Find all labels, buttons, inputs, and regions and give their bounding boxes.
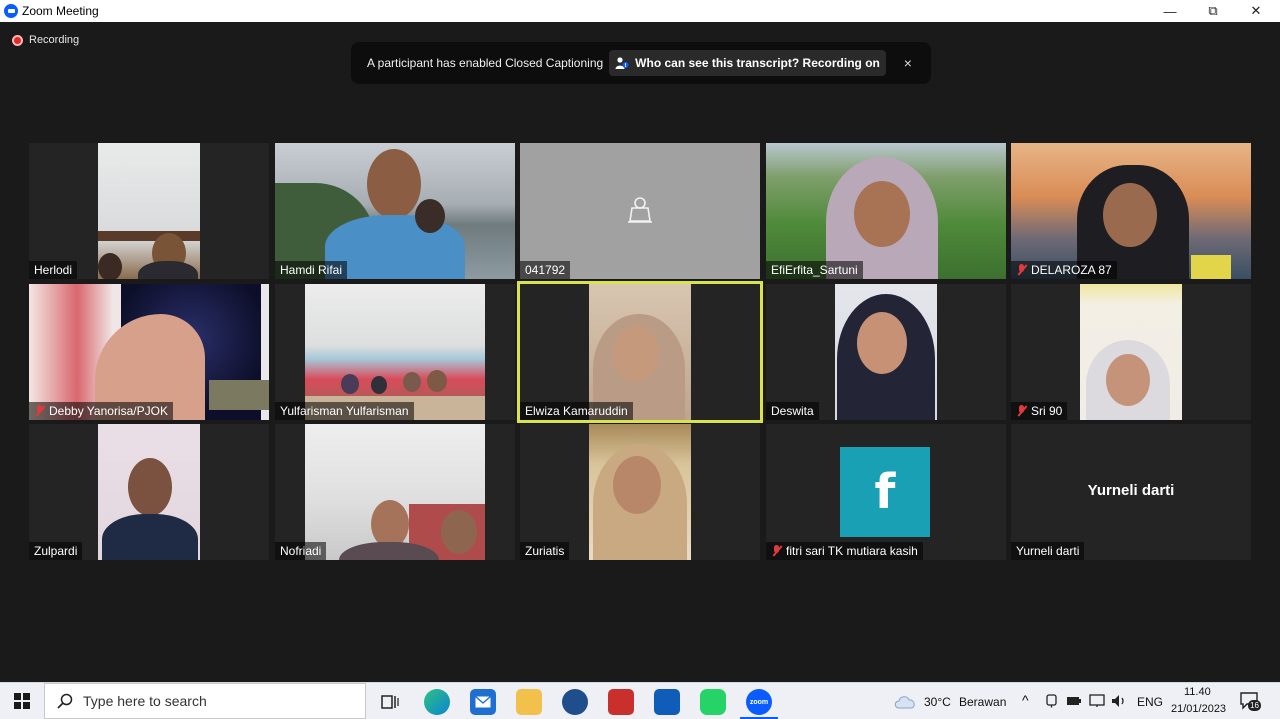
participant-tile[interactable]: Nofriadi — [275, 424, 515, 560]
task-view-icon[interactable] — [377, 689, 403, 715]
participant-tile[interactable]: EfiErfita_Sartuni — [766, 143, 1006, 279]
volume-icon[interactable] — [1111, 694, 1127, 708]
meeting-area: Recording A participant has enabled Clos… — [0, 22, 1280, 682]
mic-muted-icon — [1016, 264, 1028, 276]
notification-center-icon[interactable]: 16 — [1240, 692, 1261, 711]
video-feed — [1080, 284, 1182, 420]
close-button[interactable]: ✕ — [1235, 0, 1277, 22]
participant-tile[interactable]: Sri 90 — [1011, 284, 1251, 420]
people-icon — [615, 57, 629, 69]
participant-name: Yulfarisman Yulfarisman — [275, 402, 414, 420]
video-feed — [589, 424, 691, 560]
video-feed — [305, 284, 485, 420]
close-notification-icon[interactable]: × — [900, 55, 916, 71]
video-feed — [29, 284, 269, 420]
notification-count-badge: 16 — [1248, 700, 1261, 711]
participant-name: Sri 90 — [1011, 402, 1068, 420]
cloud-icon — [894, 696, 915, 709]
participant-name: Hamdi Rifai — [275, 261, 348, 279]
file-explorer-icon[interactable] — [516, 689, 542, 715]
participant-display-name: Yurneli darti — [1087, 482, 1175, 499]
transcript-visibility-label: Who can see this transcript? Recording o… — [635, 56, 880, 70]
recording-indicator[interactable]: Recording — [12, 34, 79, 46]
participant-name: Zulpardi — [29, 542, 83, 560]
participant-tile[interactable]: Zuriatis — [520, 424, 760, 560]
minimize-button[interactable]: — — [1149, 0, 1191, 22]
title-bar: Zoom Meeting — ⧉ ✕ — [0, 0, 1280, 22]
participant-tile[interactable]: Zulpardi — [29, 424, 269, 560]
windows-icon — [14, 693, 30, 709]
record-icon — [12, 34, 23, 46]
zoom-app-icon — [4, 4, 18, 18]
video-feed — [305, 424, 485, 560]
mic-muted-icon — [34, 405, 46, 417]
edge-browser-icon[interactable] — [424, 689, 450, 715]
video-feed — [98, 143, 200, 279]
meet-now-icon[interactable] — [1045, 694, 1059, 708]
participant-name: Elwiza Kamaruddin — [520, 402, 633, 420]
participant-name: EfiErfita_Sartuni — [766, 261, 863, 279]
video-feed — [275, 143, 515, 279]
search-icon — [57, 693, 73, 709]
whatsapp-icon[interactable] — [700, 689, 726, 715]
input-language[interactable]: ENG — [1137, 695, 1163, 709]
video-feed — [1011, 143, 1251, 279]
participant-name: Deswita — [766, 402, 819, 420]
video-feed — [98, 424, 200, 560]
participant-name: 041792 — [520, 261, 571, 279]
participant-name: Yurneli darti — [1011, 542, 1085, 560]
window-title: Zoom Meeting — [22, 4, 99, 18]
camera-off-avatar-icon — [628, 197, 652, 223]
weather-temperature[interactable]: 30°C — [924, 695, 951, 709]
recording-label: Recording — [29, 34, 80, 46]
participant-tile-active-speaker[interactable]: Elwiza Kamaruddin — [517, 281, 763, 423]
participant-name: Zuriatis — [520, 542, 570, 560]
participant-name: fitri sari TK mutiara kasih — [766, 542, 923, 560]
show-hidden-icons-chevron-icon[interactable]: ^ — [1022, 692, 1029, 708]
participant-tile[interactable]: Yurneli darti Yurneli darti — [1011, 424, 1251, 560]
participant-tile[interactable]: f fitri sari TK mutiara kasih — [766, 424, 1006, 560]
video-feed — [589, 284, 691, 420]
captioning-notification: A participant has enabled Closed Caption… — [351, 42, 931, 84]
taskbar-search[interactable]: Type here to search — [44, 683, 366, 719]
notification-message: A participant has enabled Closed Caption… — [367, 56, 604, 70]
mic-muted-icon — [1016, 405, 1028, 417]
network-icon[interactable] — [1089, 694, 1105, 708]
participant-name: Debby Yanorisa/PJOK — [29, 402, 173, 420]
store-icon[interactable] — [654, 689, 680, 715]
zoom-taskbar-icon[interactable]: zoom — [746, 689, 772, 715]
battery-icon[interactable] — [1066, 695, 1082, 707]
media-app-icon[interactable] — [608, 689, 634, 715]
transcript-visibility-button[interactable]: Who can see this transcript? Recording o… — [609, 50, 886, 76]
mail-icon[interactable] — [470, 689, 496, 715]
mic-muted-icon — [771, 545, 783, 557]
video-feed — [766, 143, 1006, 279]
clock-date[interactable]: 21/01/2023 — [1171, 703, 1226, 715]
participant-name: DELAROZA 87 — [1011, 261, 1117, 279]
participant-tile[interactable]: Yulfarisman Yulfarisman — [275, 284, 515, 420]
windows-taskbar: Type here to search zoom 30°C Berawan ^ … — [0, 682, 1280, 719]
participant-tile[interactable]: Hamdi Rifai — [275, 143, 515, 279]
browser-app-icon[interactable] — [562, 689, 588, 715]
participant-tile[interactable]: Deswita — [766, 284, 1006, 420]
clock-time[interactable]: 11.40 — [1184, 686, 1211, 698]
restore-button[interactable]: ⧉ — [1192, 0, 1234, 22]
search-placeholder: Type here to search — [83, 693, 207, 709]
participant-name: Herlodi — [29, 261, 78, 279]
participant-tile[interactable]: DELAROZA 87 — [1011, 143, 1251, 279]
start-button[interactable] — [0, 683, 44, 719]
participant-name: Nofriadi — [275, 542, 327, 560]
facebook-avatar: f — [840, 447, 930, 537]
participant-tile[interactable]: 041792 — [520, 143, 760, 279]
participant-tile[interactable]: Herlodi — [29, 143, 269, 279]
video-feed — [835, 284, 937, 420]
weather-description[interactable]: Berawan — [959, 695, 1006, 709]
participant-tile[interactable]: Debby Yanorisa/PJOK — [29, 284, 269, 420]
